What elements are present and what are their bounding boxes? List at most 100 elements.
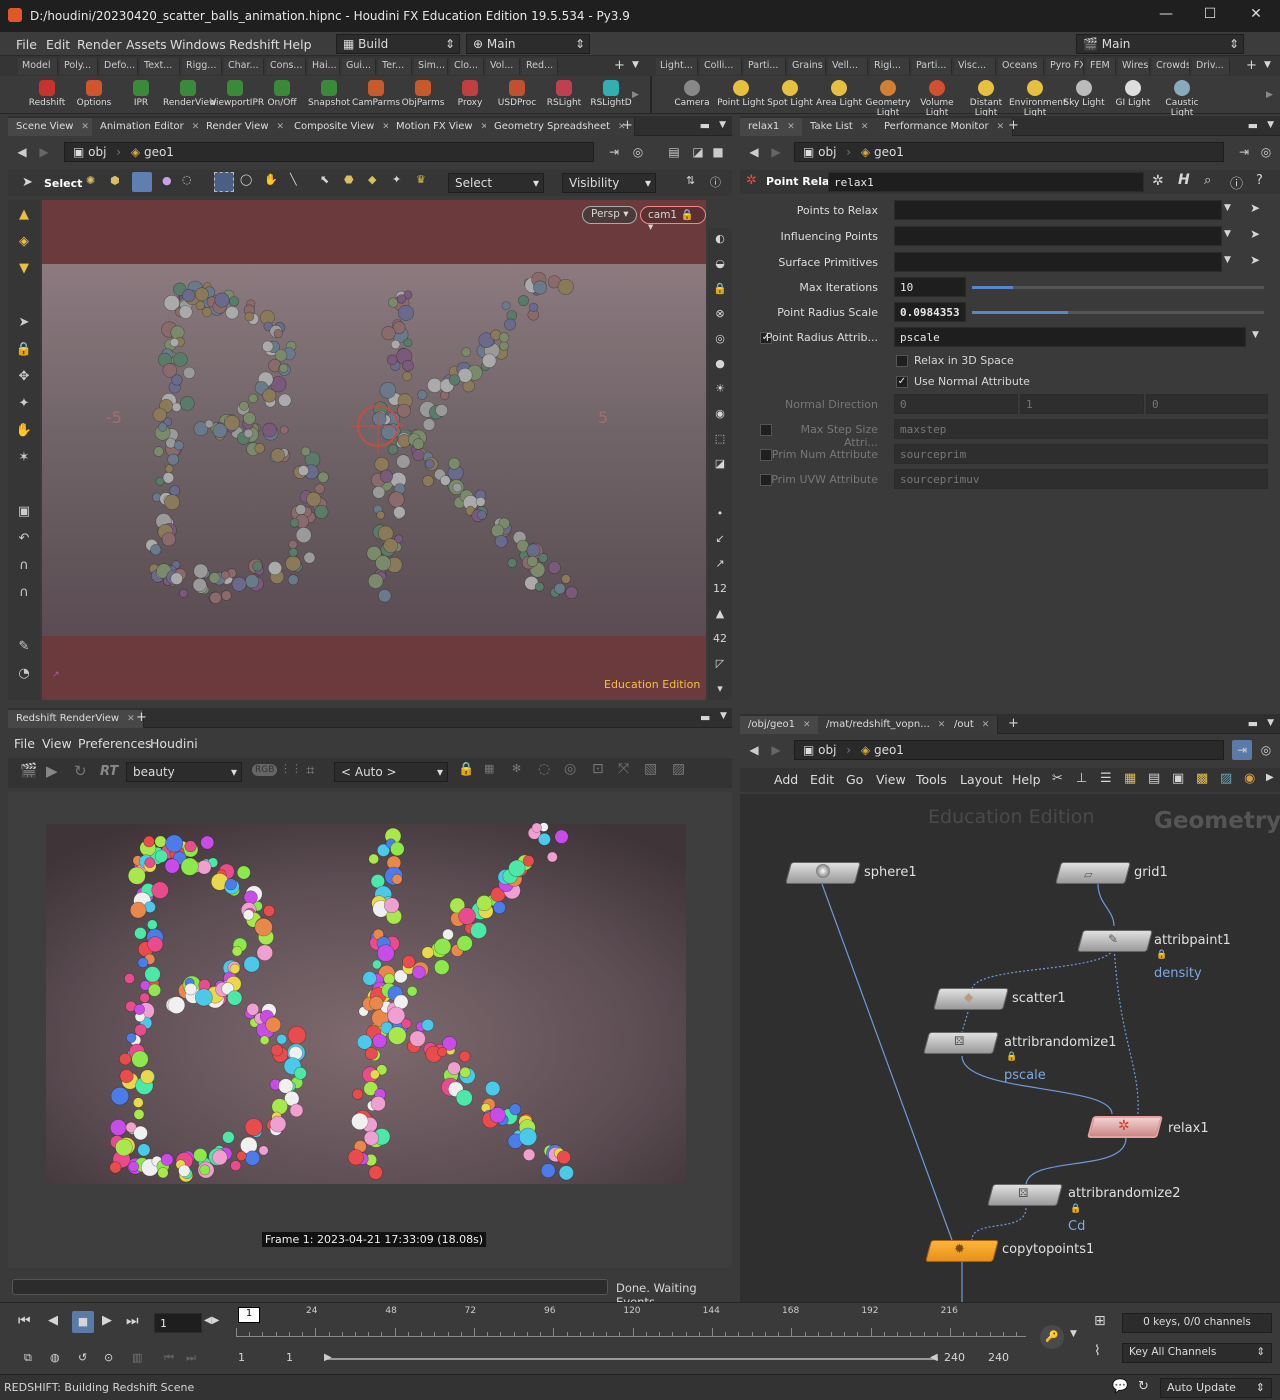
pose-icon[interactable]: ✥: [13, 366, 35, 388]
shelf-menu-arrow-icon[interactable]: ▼: [632, 60, 639, 70]
camera-icon[interactable]: ⊗: [709, 303, 731, 325]
add-shelf-icon[interactable]: +: [614, 58, 625, 73]
shelf-tool-button[interactable]: IPR: [116, 78, 166, 114]
primitives-mode-icon[interactable]: ⬢: [110, 174, 120, 187]
close-tab-icon[interactable]: ✕: [787, 122, 795, 132]
select-icon[interactable]: ➤: [13, 312, 35, 334]
surface-primitives-field[interactable]: [894, 252, 1222, 272]
arrow-icon[interactable]: ▾: [709, 678, 731, 700]
current-frame-field[interactable]: 1: [154, 1313, 202, 1333]
point-radius-scale-field[interactable]: 0.0984353: [894, 302, 966, 322]
help-icon[interactable]: ⓘ: [710, 174, 721, 190]
current-frame-marker[interactable]: 1: [238, 1307, 260, 1323]
range-end-icon[interactable]: ⏭: [186, 1351, 196, 1365]
shelf-tab[interactable]: Crowds: [1152, 58, 1190, 75]
menu-file[interactable]: File: [16, 37, 37, 52]
shelf-tool-button[interactable]: Caustic Light: [1156, 78, 1208, 118]
viewer-path-field[interactable]: ▣ obj › ◈ geo1: [64, 142, 594, 162]
shelf-tab[interactable]: Defo...: [100, 58, 138, 75]
magnet-icon[interactable]: ∩: [13, 555, 35, 577]
menu-render[interactable]: Render: [77, 37, 122, 52]
shelf-tab[interactable]: Vol...: [486, 58, 520, 75]
snap-icon[interactable]: ∩: [13, 582, 35, 604]
handles-icon[interactable]: ✦: [13, 393, 35, 415]
close-tab-icon[interactable]: ✕: [861, 122, 869, 132]
more-arrow-icon[interactable]: ▶: [1266, 772, 1274, 783]
sticky-note-icon[interactable]: ▩: [1196, 771, 1208, 786]
max-iterations-slider[interactable]: [972, 286, 1264, 289]
shelf-tab[interactable]: Light...: [656, 58, 698, 75]
add-tab-icon[interactable]: +: [622, 118, 633, 133]
max-iterations-field[interactable]: 10: [894, 277, 966, 297]
shelf-tab[interactable]: Red...: [522, 58, 558, 75]
close-tab-icon[interactable]: ✕: [982, 720, 990, 730]
shelf-tab[interactable]: Visc...: [954, 58, 996, 75]
shelf-scroll-arrow-icon[interactable]: ▶: [632, 90, 639, 100]
points-mode-icon[interactable]: ✺: [86, 174, 95, 187]
forward-arrow-icon[interactable]: ▶: [766, 740, 786, 760]
select-arrow-icon[interactable]: ➤: [1250, 201, 1260, 215]
playback-options-icon[interactable]: ⊙: [104, 1351, 113, 1364]
close-tab-icon[interactable]: ✕: [997, 122, 1005, 132]
tab-redshift-renderview[interactable]: Redshift RenderView ✕: [8, 710, 144, 728]
info-icon[interactable]: ⓘ: [1230, 173, 1243, 192]
shelf-tool-button[interactable]: Environment Light: [1009, 78, 1066, 118]
close-tab-icon[interactable]: ✕: [803, 720, 811, 730]
shelf-tab[interactable]: Wires: [1118, 58, 1150, 75]
pane-tab[interactable]: Scene View ✕: [8, 118, 98, 136]
image-icon[interactable]: ▨: [672, 761, 685, 777]
rgb-icon[interactable]: RGB: [252, 764, 278, 776]
rv-menu-file[interactable]: File: [14, 736, 35, 751]
pane-arrow-icon[interactable]: ▼: [1267, 120, 1274, 130]
shelf-tool-button[interactable]: CamParms: [351, 78, 401, 114]
refresh-icon[interactable]: ↻: [74, 762, 87, 780]
crop-icon[interactable]: ⌗: [306, 761, 314, 779]
loop-icon[interactable]: ↺: [78, 1351, 87, 1364]
slope-icon[interactable]: ◸: [709, 653, 731, 675]
compare-icon[interactable]: ▧: [644, 761, 657, 777]
net-menu-help[interactable]: Help: [1012, 772, 1041, 787]
shelf-tool-button[interactable]: Proxy: [445, 78, 495, 114]
shelf-tool-button[interactable]: ViewportIPR: [210, 78, 264, 114]
camera-dropdown[interactable]: < Auto > ▾: [334, 762, 448, 782]
point-icon[interactable]: •: [709, 503, 731, 525]
tools-icon[interactable]: ✂: [1052, 771, 1063, 786]
table-icon[interactable]: ▤: [1148, 771, 1160, 786]
pane-tab[interactable]: /mat/redshift_vopn... ✕: [818, 716, 955, 734]
shelf-tab[interactable]: Parti...: [744, 58, 786, 75]
link-icon[interactable]: ◎: [1256, 740, 1276, 760]
select-hidden-icon[interactable]: ⬣: [344, 173, 354, 186]
pane-tab[interactable]: Render View ✕: [198, 118, 294, 136]
pyramid-icon[interactable]: ▲: [13, 204, 35, 226]
close-button[interactable]: ✕: [1244, 6, 1268, 26]
snapshot-icon[interactable]: ◪: [688, 142, 708, 162]
shelf-tab[interactable]: Char...: [224, 58, 264, 75]
play-backward-icon[interactable]: ◀: [48, 1313, 58, 1328]
shelf-tab[interactable]: Rigg...: [182, 58, 222, 75]
display-options-icon[interactable]: ▤: [664, 142, 684, 162]
add-tab-icon[interactable]: +: [136, 710, 147, 725]
dragger-icon[interactable]: ✶: [13, 447, 35, 469]
shelf-tab[interactable]: Poly...: [60, 58, 98, 75]
back-arrow-icon[interactable]: ◀: [12, 142, 32, 162]
rv-menu-preferences[interactable]: Preferences: [78, 736, 152, 751]
close-tab-icon[interactable]: ✕: [127, 714, 135, 724]
visibility-dropdown[interactable]: Visibility ▾: [562, 173, 656, 193]
right-context-selector[interactable]: 🎬 Main ⇕: [1076, 34, 1244, 54]
shading-icon[interactable]: ⬚: [709, 428, 731, 450]
pane-menu-icon[interactable]: ▬: [1248, 717, 1258, 730]
pane-menu-icon[interactable]: ▬: [700, 711, 710, 724]
points-to-relax-field[interactable]: [894, 200, 1222, 220]
normal-z-field[interactable]: 0: [1146, 394, 1268, 414]
shelf-tab[interactable]: Oceans: [998, 58, 1044, 75]
help-icon[interactable]: ?: [1256, 173, 1263, 188]
forward-arrow-icon[interactable]: ▶: [766, 142, 786, 162]
shelf-tab[interactable]: Rigi...: [870, 58, 910, 75]
paint-icon[interactable]: ✎: [13, 636, 35, 658]
pane-menu-icon[interactable]: ▬: [700, 119, 710, 132]
shelf-tab[interactable]: Driv...: [1192, 58, 1230, 75]
relax-3d-checkbox[interactable]: [896, 355, 908, 367]
light-2-icon[interactable]: ☀: [709, 378, 731, 400]
numbers-2-icon[interactable]: 42: [709, 628, 731, 650]
shelf-tool-button[interactable]: GI Light: [1107, 78, 1159, 114]
